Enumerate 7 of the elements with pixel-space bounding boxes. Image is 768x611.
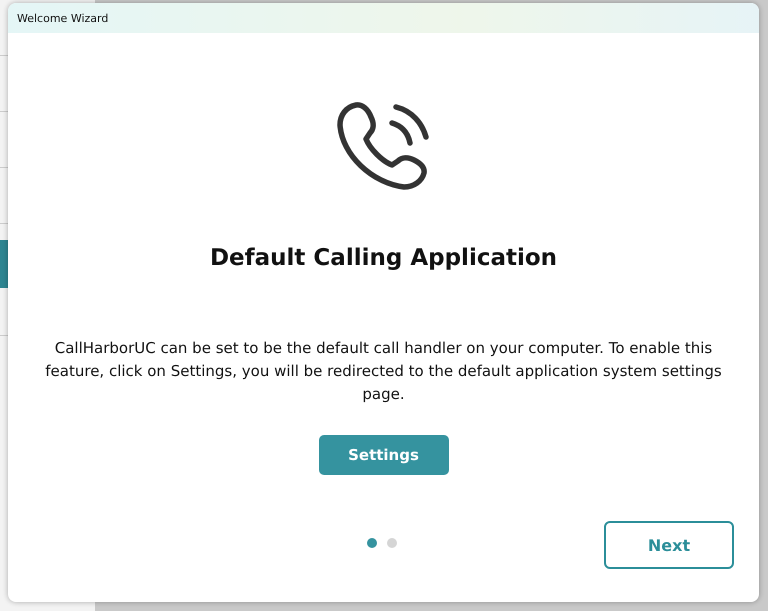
next-button[interactable]: Next — [604, 521, 734, 569]
page-heading: Default Calling Application — [210, 245, 558, 271]
page-dot[interactable] — [367, 538, 377, 548]
window-title: Welcome Wizard — [17, 12, 108, 24]
page-dot[interactable] — [387, 538, 397, 548]
description-text: CallHarborUC can be set to be the default call handler on your computer. To enable this feature, click on Settings, you will be redirected to the default application system settings page. — [44, 338, 723, 405]
settings-button[interactable]: Settings — [318, 435, 448, 475]
